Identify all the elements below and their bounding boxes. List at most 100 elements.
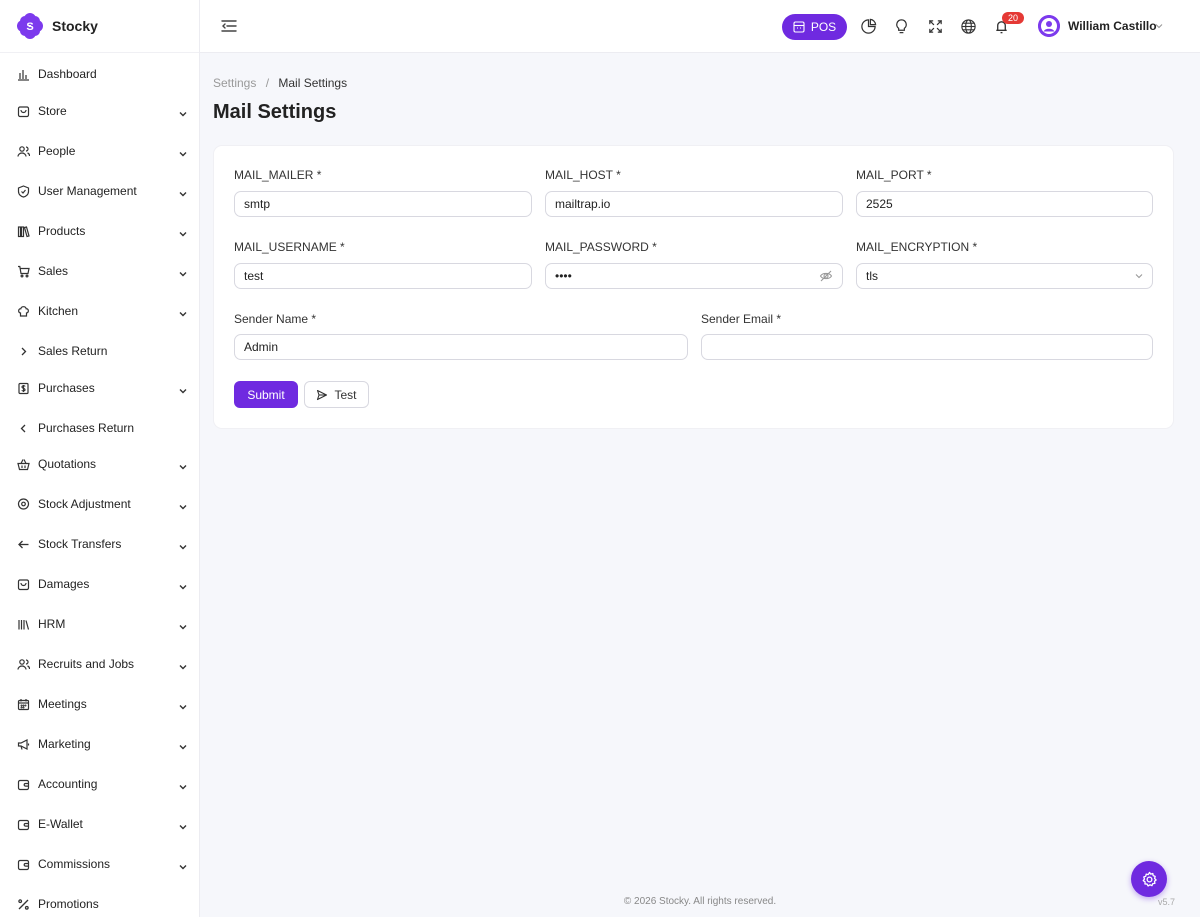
user-name[interactable]: William Castillo [1068, 19, 1157, 33]
mail-username-input[interactable] [234, 263, 532, 289]
svg-text:S: S [26, 21, 33, 33]
chevron-down-icon[interactable] [178, 106, 188, 117]
chevron-down-icon[interactable] [1154, 21, 1164, 31]
percent-icon [17, 898, 30, 911]
sidebar-item-marketing[interactable]: Marketing [0, 728, 199, 760]
mail-password-input[interactable] [545, 263, 843, 289]
breadcrumb-current: Mail Settings [278, 76, 348, 90]
store-bag-icon [17, 105, 30, 118]
sidebar-item-purchases[interactable]: Purchases [0, 372, 199, 404]
brand[interactable]: S Stocky [0, 0, 199, 53]
sender-email-label: Sender Email * [701, 312, 782, 326]
chevron-down-icon[interactable] [178, 459, 188, 470]
sidebar-item-recruits-and-jobs[interactable]: Recruits and Jobs [0, 648, 199, 680]
lightbulb-icon[interactable] [892, 17, 910, 35]
sidebar-item-meetings[interactable]: Meetings [0, 688, 199, 720]
submit-button[interactable]: Submit [234, 381, 298, 408]
mail-password-label: MAIL_PASSWORD * [545, 240, 657, 254]
sidebar-item-products[interactable]: Products [0, 215, 199, 247]
location-pin-icon [17, 497, 30, 511]
sidebar-item-hrm[interactable]: HRM [0, 608, 199, 640]
chevron-right-icon [17, 345, 30, 358]
sidebar-item-people[interactable]: People [0, 135, 199, 167]
pos-button[interactable]: POS [782, 14, 847, 40]
library-icon [17, 618, 30, 631]
version-label: v5.7 [1158, 897, 1176, 907]
dollar-receipt-icon [17, 382, 30, 395]
wallet-icon [17, 778, 30, 791]
arrow-left-icon [17, 538, 30, 551]
chevron-down-icon[interactable] [178, 579, 188, 590]
fullscreen-icon[interactable] [926, 17, 944, 35]
sidebar-item-dashboard[interactable]: Dashboard [0, 58, 199, 90]
sidebar-item-sales-return[interactable]: Sales Return [0, 335, 199, 367]
wallet-icon [17, 858, 30, 871]
chevron-down-icon[interactable] [178, 266, 188, 277]
sidebar-item-label: Stock Adjustment [38, 497, 131, 511]
chevron-down-icon[interactable] [178, 779, 188, 790]
sidebar-item-user-management[interactable]: User Management [0, 175, 199, 207]
avatar[interactable] [1038, 15, 1060, 37]
chevron-down-icon[interactable] [178, 699, 188, 710]
chevron-down-icon[interactable] [178, 619, 188, 630]
sidebar-item-label: HRM [38, 617, 66, 631]
sidebar-item-stock-transfers[interactable]: Stock Transfers [0, 528, 199, 560]
mail-port-input[interactable] [856, 191, 1153, 217]
sidebar-item-commissions[interactable]: Commissions [0, 848, 199, 880]
brand-name: Stocky [52, 18, 98, 34]
sender-email-input[interactable] [701, 334, 1153, 360]
sidebar-item-label: Damages [38, 577, 90, 591]
sidebar: S Stocky Dashboard Store People User Manage… [0, 0, 200, 917]
mail-host-input[interactable] [545, 191, 843, 217]
sidebar-item-label: Meetings [38, 697, 87, 711]
sidebar-item-label: Purchases [38, 381, 95, 395]
sidebar-item-label: Quotations [38, 457, 97, 471]
sidebar-item-quotations[interactable]: Quotations [0, 448, 199, 480]
breadcrumb: Settings / Mail Settings [213, 76, 347, 90]
mail-mailer-input[interactable] [234, 191, 532, 217]
test-button[interactable]: Test [304, 381, 369, 408]
eye-off-icon[interactable] [819, 269, 833, 283]
globe-icon[interactable] [959, 17, 977, 35]
footer-copyright: © 2026 Stocky. All rights reserved. [623, 896, 777, 907]
gear-icon [1142, 871, 1157, 887]
sender-name-input[interactable] [234, 334, 688, 360]
sidebar-item-store[interactable]: Store [0, 95, 199, 127]
sidebar-item-kitchen[interactable]: Kitchen [0, 295, 199, 327]
breadcrumb-parent[interactable]: Settings [213, 76, 256, 90]
chevron-down-icon[interactable] [178, 659, 188, 670]
sidebar-item-label: Recruits and Jobs [38, 657, 135, 671]
breadcrumb-separator: / [265, 76, 270, 90]
sidebar-item-label: Commissions [38, 857, 111, 871]
sidebar-item-purchases-return[interactable]: Purchases Return [0, 412, 199, 444]
menu-toggle-icon[interactable] [220, 17, 238, 35]
sender-name-label: Sender Name * [234, 312, 317, 326]
chevron-down-icon[interactable] [178, 859, 188, 870]
sidebar-item-stock-adjustment[interactable]: Stock Adjustment [0, 488, 199, 520]
chevron-down-icon[interactable] [178, 539, 188, 550]
cart-icon [17, 265, 30, 278]
chevron-down-icon[interactable] [178, 306, 188, 317]
sidebar-item-label: User Management [38, 184, 137, 198]
chevron-down-icon[interactable] [178, 739, 188, 750]
chevron-down-icon[interactable] [178, 146, 188, 157]
people-icon [17, 145, 30, 158]
books-icon [17, 225, 30, 238]
chevron-down-icon[interactable] [178, 499, 188, 510]
sidebar-item-accounting[interactable]: Accounting [0, 768, 199, 800]
sidebar-item-label: Sales [38, 264, 69, 278]
mail-encryption-select[interactable] [856, 263, 1153, 289]
chevron-down-icon[interactable] [1134, 271, 1144, 281]
chevron-down-icon[interactable] [178, 383, 188, 394]
pos-icon [793, 21, 805, 33]
sidebar-item-sales[interactable]: Sales [0, 255, 199, 287]
mail-username-label: MAIL_USERNAME * [234, 240, 345, 254]
chevron-down-icon[interactable] [178, 819, 188, 830]
chevron-down-icon[interactable] [178, 226, 188, 237]
sidebar-item-damages[interactable]: Damages [0, 568, 199, 600]
settings-fab[interactable] [1131, 861, 1167, 897]
sidebar-item-promotions[interactable]: Promotions [0, 888, 199, 917]
sidebar-item-e-wallet[interactable]: E-Wallet [0, 808, 199, 840]
chevron-down-icon[interactable] [178, 186, 188, 197]
pie-chart-icon[interactable] [859, 17, 877, 35]
